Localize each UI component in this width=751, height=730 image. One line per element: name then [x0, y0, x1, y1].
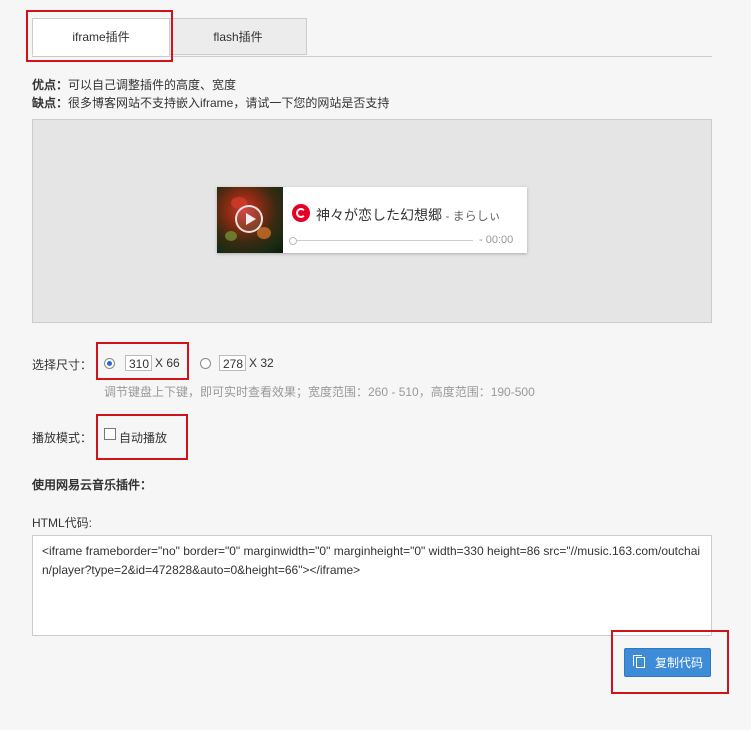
plugin-tabs: iframe插件 flash插件 — [32, 18, 712, 57]
cons-text: 缺点：很多博客网站不支持嵌入iframe，请试一下您的网站是否支持 — [32, 94, 389, 111]
copy-icon — [633, 655, 645, 668]
width-input-310[interactable]: 310 — [125, 355, 152, 371]
tab-iframe-plugin[interactable]: iframe插件 — [32, 18, 170, 56]
copy-code-button[interactable]: 复制代码 — [624, 648, 711, 677]
tab-flash-plugin[interactable]: flash插件 — [170, 18, 307, 55]
height-text-66: X 66 — [155, 356, 180, 370]
song-artist: - まらしぃ — [442, 209, 501, 223]
size-label: 选择尺寸： — [32, 358, 93, 372]
song-title: 神々が恋した幻想郷 - まらしぃ — [316, 207, 501, 223]
section-title: 使用网易云音乐插件： — [32, 478, 153, 492]
page-root: iframe插件 flash插件 优点：可以自己调整插件的高度、宽度 缺点：很多… — [0, 0, 751, 730]
pros-label: 优点： — [32, 78, 69, 92]
copy-button-label: 复制代码 — [655, 656, 704, 670]
play-mode-label: 播放模式： — [32, 431, 93, 445]
progress-bar[interactable] — [293, 240, 473, 241]
size-radio-310[interactable] — [104, 358, 115, 369]
play-time: - 00:00 — [479, 234, 514, 246]
cons-label: 缺点： — [32, 96, 69, 110]
height-text-32: X 32 — [249, 356, 274, 370]
size-radio-278[interactable] — [200, 358, 211, 369]
size-hint: 调节键盘上下键，即可实时查看效果；宽度范围：260 - 510，高度范围：190… — [104, 385, 535, 399]
html-code-textarea[interactable]: <iframe frameborder="no" border="0" marg… — [32, 535, 712, 636]
width-input-278[interactable]: 278 — [219, 355, 246, 371]
autoplay-label[interactable]: 自动播放 — [119, 429, 167, 446]
pros-text: 优点：可以自己调整插件的高度、宽度 — [32, 76, 236, 93]
play-icon[interactable] — [235, 205, 263, 233]
html-code-label: HTML代码: — [32, 516, 93, 530]
cons-content: 很多博客网站不支持嵌入iframe，请试一下您的网站是否支持 — [68, 96, 390, 110]
netease-music-icon — [292, 204, 310, 222]
autoplay-checkbox[interactable] — [104, 428, 116, 440]
player-preview-area: 神々が恋した幻想郷 - まらしぃ - 00:00 — [32, 119, 712, 323]
album-cover — [217, 187, 283, 253]
progress-handle[interactable] — [289, 237, 297, 245]
pros-content: 可以自己调整插件的高度、宽度 — [68, 78, 237, 92]
music-player-widget: 神々が恋した幻想郷 - まらしぃ - 00:00 — [217, 187, 527, 253]
